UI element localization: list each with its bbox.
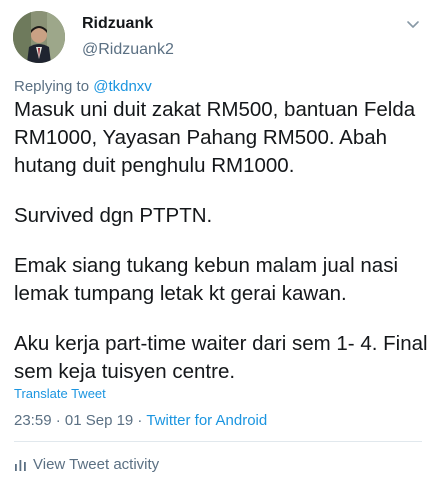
author-name[interactable]: Ridzuank [82,15,153,33]
avatar-photo [13,11,65,63]
reply-context: Replying to @tkdnxv [14,78,152,95]
avatar[interactable] [13,11,65,63]
activity-label: View Tweet activity [33,456,160,473]
tweet-timestamp[interactable]: 23:59 · 01 Sep 19 · [14,412,146,429]
tweet-card: Ridzuank @Ridzuank2 Replying to @tkdnxv … [0,0,436,492]
chevron-down-icon[interactable] [405,16,421,32]
tweet-paragraph: Survived dgn PTPTN. [14,204,213,227]
tweet-paragraph: Aku kerja part-time waiter dari sem 1- 4… [14,332,428,383]
divider [14,441,422,442]
translate-tweet-link[interactable]: Translate Tweet [14,386,106,401]
author-handle[interactable]: @Ridzuank2 [82,41,174,59]
tweet-body: Masuk uni duit zakat RM500, bantuan Feld… [14,96,429,386]
view-tweet-activity-button[interactable]: View Tweet activity [14,456,159,473]
tweet-paragraph: Emak siang tukang kebun malam jual nasi … [14,254,399,305]
tweet-meta: 23:59 · 01 Sep 19 · Twitter for Android [14,412,267,429]
reply-prefix: Replying to [14,78,94,95]
bar-chart-icon [15,460,26,471]
reply-mention-link[interactable]: @tkdnxv [93,78,152,95]
tweet-paragraph: Masuk uni duit zakat RM500, bantuan Feld… [14,98,416,177]
tweet-source-link[interactable]: Twitter for Android [146,412,267,429]
